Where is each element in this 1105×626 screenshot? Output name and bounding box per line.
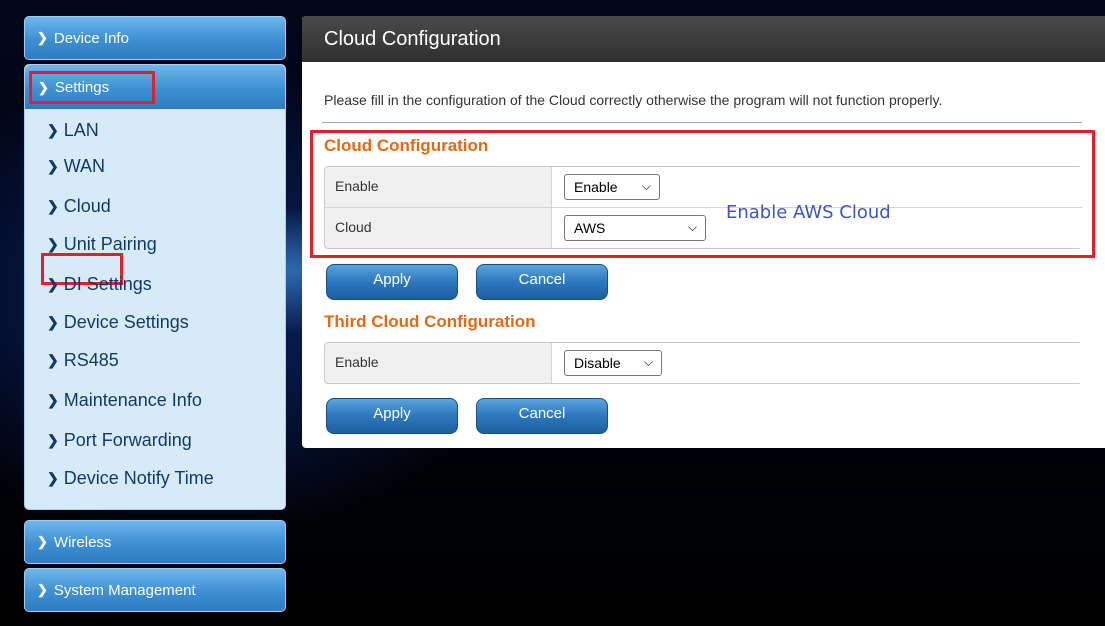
chevron-right-icon: ❯ bbox=[47, 391, 59, 408]
apply-button[interactable]: Apply bbox=[326, 398, 458, 434]
table-row: Enable Enable ⌵ bbox=[325, 167, 1084, 208]
enable-label: Enable bbox=[335, 354, 379, 370]
sidebar-item-wireless[interactable]: ❯ Wireless bbox=[24, 520, 286, 564]
chevron-down-icon: ⌵ bbox=[643, 355, 653, 369]
sidebar-item-label: RS485 bbox=[63, 349, 119, 370]
sidebar-item-label: DI Settings bbox=[63, 273, 152, 294]
sidebar-item-device-notify-time[interactable]: ❯ Device Notify Time bbox=[47, 463, 214, 493]
third-cloud-enable-select[interactable]: Disable ⌵ bbox=[564, 350, 662, 376]
table-row: Enable Disable ⌵ bbox=[325, 343, 1084, 383]
chevron-right-icon: ❯ bbox=[38, 79, 49, 95]
enable-label: Enable bbox=[335, 178, 379, 194]
annotation-text: Enable AWS Cloud bbox=[726, 202, 891, 223]
sidebar-item-label: System Management bbox=[53, 581, 196, 599]
settings-panel: ❯ Settings ❯ LAN ❯ WAN ❯ Cloud ❯ Unit Pairin… bbox=[24, 64, 286, 510]
cloud-label: Cloud bbox=[335, 219, 372, 235]
table-row: Cloud AWS ⌵ bbox=[325, 208, 1084, 248]
apply-button[interactable]: Apply bbox=[326, 264, 458, 300]
select-value: Enable bbox=[574, 179, 618, 195]
chevron-right-icon: ❯ bbox=[37, 30, 48, 45]
sidebar-item-wan[interactable]: ❯ WAN bbox=[47, 151, 105, 181]
sidebar-item-label: Device Settings bbox=[63, 311, 189, 332]
select-value: Disable bbox=[574, 355, 621, 371]
chevron-right-icon: ❯ bbox=[47, 313, 59, 330]
sidebar-item-port-forwarding[interactable]: ❯ Port Forwarding bbox=[47, 425, 192, 455]
select-value: AWS bbox=[574, 220, 606, 236]
divider bbox=[322, 122, 1082, 123]
sidebar-item-device-info[interactable]: ❯ Device Info bbox=[24, 16, 286, 60]
sidebar-item-label: Cloud bbox=[63, 195, 111, 216]
chevron-right-icon: ❯ bbox=[47, 121, 59, 138]
chevron-right-icon: ❯ bbox=[47, 431, 59, 448]
sidebar-item-di-settings[interactable]: ❯ DI Settings bbox=[47, 269, 152, 299]
chevron-right-icon: ❯ bbox=[47, 275, 59, 292]
cloud-config-section-title: Cloud Configuration bbox=[324, 136, 489, 155]
chevron-right-icon: ❯ bbox=[47, 235, 59, 252]
sidebar-item-unit-pairing[interactable]: ❯ Unit Pairing bbox=[47, 229, 157, 259]
chevron-right-icon: ❯ bbox=[47, 469, 59, 486]
sidebar-item-label: Unit Pairing bbox=[63, 233, 157, 254]
page-title: Cloud Configuration bbox=[302, 16, 1105, 62]
cloud-provider-select[interactable]: AWS ⌵ bbox=[564, 215, 706, 241]
sidebar-item-device-settings[interactable]: ❯ Device Settings bbox=[47, 307, 189, 337]
third-cloud-table: Enable Disable ⌵ bbox=[324, 342, 1084, 384]
sidebar-item-label: Device Info bbox=[53, 29, 129, 47]
cancel-button[interactable]: Cancel bbox=[476, 264, 608, 300]
chevron-right-icon: ❯ bbox=[37, 582, 48, 597]
sidebar-item-label: Maintenance Info bbox=[63, 389, 202, 410]
sidebar-item-label: Wireless bbox=[53, 533, 112, 551]
sidebar-item-label: LAN bbox=[63, 119, 99, 140]
chevron-down-icon: ⌵ bbox=[687, 220, 697, 234]
main-panel: Cloud Configuration Please fill in the c… bbox=[302, 16, 1105, 448]
sidebar-item-label: Device Notify Time bbox=[63, 467, 214, 488]
sidebar-item-lan[interactable]: ❯ LAN bbox=[47, 115, 99, 145]
sidebar-item-cloud[interactable]: ❯ Cloud bbox=[47, 191, 111, 221]
chevron-right-icon: ❯ bbox=[37, 534, 48, 549]
chevron-right-icon: ❯ bbox=[47, 157, 59, 174]
sidebar-item-settings[interactable]: ❯ Settings bbox=[25, 65, 285, 109]
cloud-enable-select[interactable]: Enable ⌵ bbox=[564, 174, 660, 200]
intro-text: Please fill in the configuration of the … bbox=[324, 92, 943, 108]
cloud-config-table: Enable Enable ⌵ Cloud AWS ⌵ bbox=[324, 166, 1084, 249]
chevron-down-icon: ⌵ bbox=[641, 179, 651, 193]
cancel-button[interactable]: Cancel bbox=[476, 398, 608, 434]
chevron-right-icon: ❯ bbox=[47, 351, 59, 368]
sidebar-item-label: Port Forwarding bbox=[63, 429, 192, 450]
sidebar-item-rs485[interactable]: ❯ RS485 bbox=[47, 345, 119, 375]
sidebar-item-label: WAN bbox=[63, 155, 106, 176]
third-cloud-section-title: Third Cloud Configuration bbox=[324, 312, 536, 331]
sidebar-item-system-management[interactable]: ❯ System Management bbox=[24, 568, 286, 612]
chevron-right-icon: ❯ bbox=[47, 197, 59, 214]
settings-highlight-box: ❯ Settings bbox=[29, 71, 155, 104]
sidebar-item-maintenance-info[interactable]: ❯ Maintenance Info bbox=[47, 385, 202, 415]
sidebar-item-label: Settings bbox=[54, 79, 110, 96]
